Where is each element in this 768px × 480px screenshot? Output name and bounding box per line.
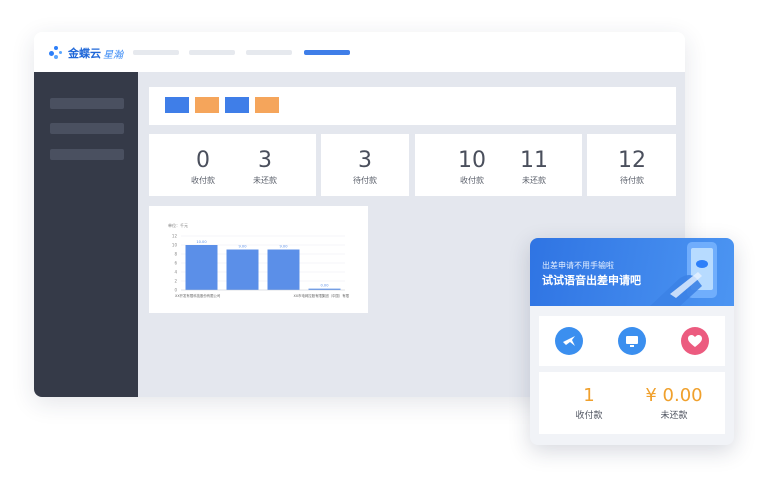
sidebar (34, 72, 138, 397)
quick-actions-card (539, 316, 725, 366)
top-navigation-bar: 金蝶云 星瀚 (34, 32, 685, 72)
app-logo[interactable]: 金蝶云 星瀚 (48, 44, 123, 62)
chart-y-tick-label: 12 (172, 234, 178, 239)
bar-chart: 单位：千元 0 2 4 6 8 10 12 10.00 9.00 9.00 0.00 XX开发有限… (168, 222, 350, 298)
chart-y-tick-label: 0 (174, 288, 177, 293)
stat-value: 10 (458, 148, 486, 173)
chart-y-axis-label: 单位：千元 (168, 222, 188, 228)
chart-bar[interactable] (267, 249, 300, 291)
stat-card-group-1: 0 收付款 3 未还款 (149, 134, 316, 196)
stat-label: 待付款 (353, 176, 377, 185)
chart-y-tick-label: 8 (174, 252, 177, 257)
chart-data-label: 9.00 (238, 245, 247, 249)
toolbar-button-2[interactable] (195, 97, 219, 113)
heart-icon[interactable] (681, 327, 709, 355)
nav-item-1[interactable] (133, 50, 179, 55)
mobile-stat-value: ¥ 0.00 (645, 385, 703, 406)
stat-label: 未还款 (253, 176, 277, 185)
stat-label: 收付款 (460, 176, 484, 185)
phone-hand-illustration-icon (650, 242, 717, 306)
bar-chart-card: 单位：千元 0 2 4 6 8 10 12 10.00 9.00 9.00 0.00 XX开发有限… (149, 206, 368, 313)
stat-label: 收付款 (191, 176, 215, 185)
nav-item-3[interactable] (246, 50, 292, 55)
stat-item[interactable]: 10 收付款 (452, 149, 492, 186)
logo-subtext: 星瀚 (103, 49, 123, 61)
chart-y-tick-label: 2 (174, 279, 177, 284)
chart-data-label: 9.00 (279, 245, 288, 249)
stat-value: 3 (358, 148, 372, 173)
stat-item[interactable]: 0 收付款 (183, 149, 223, 186)
logo-mark-icon (48, 45, 64, 61)
sidebar-item[interactable] (50, 98, 124, 109)
chart-bar[interactable] (185, 245, 218, 290)
chart-y-tick-label: 4 (174, 270, 177, 275)
mobile-stat-value: 1 (583, 385, 595, 406)
chart-x-tick-label: XX市电网控股有限集团（中国）有限 (293, 293, 349, 298)
toolbar-button-4[interactable] (255, 97, 279, 113)
sidebar-item[interactable] (50, 149, 124, 160)
chart-data-label: 10.00 (196, 240, 207, 244)
toolbar-button-3[interactable] (225, 97, 249, 113)
chart-bar[interactable] (226, 249, 259, 291)
stat-value: 11 (520, 148, 548, 173)
stat-value: 0 (196, 148, 210, 173)
nav-item-2[interactable] (189, 50, 235, 55)
mobile-stat-label: 未还款 (660, 411, 688, 421)
mobile-stats-card: 1 收付款 ¥ 0.00 未还款 (539, 372, 725, 434)
mobile-app-panel: 出差申请不用手输啦 试试语音出差申请吧 1 收付款 ¥ 0.00 未还款 (530, 238, 734, 445)
chart-data-label: 0.00 (320, 284, 329, 288)
stat-item[interactable]: 3 待付款 (345, 149, 385, 186)
mobile-stat-item[interactable]: ¥ 0.00 未还款 (634, 385, 714, 421)
monitor-icon[interactable] (618, 327, 646, 355)
voice-travel-banner[interactable]: 出差申请不用手输啦 试试语音出差申请吧 (530, 238, 734, 306)
chart-x-tick-label: XX开发有限科技股份有限公司 (175, 293, 220, 298)
toolbar-button-1[interactable] (165, 97, 189, 113)
stat-card-group-4: 12 待付款 (587, 134, 676, 196)
mobile-stat-item[interactable]: 1 收付款 (559, 385, 619, 421)
stat-label: 待付款 (620, 176, 644, 185)
stat-label: 未还款 (522, 176, 546, 185)
chart-y-tick-label: 6 (174, 261, 177, 266)
chart-y-tick-label: 10 (172, 243, 178, 248)
plane-icon[interactable] (555, 327, 583, 355)
stat-item[interactable]: 12 待付款 (612, 149, 652, 186)
mobile-stat-label: 收付款 (575, 411, 603, 421)
stat-card-group-3: 10 收付款 11 未还款 (415, 134, 582, 196)
stat-card-group-2: 3 待付款 (321, 134, 409, 196)
stat-value: 12 (618, 148, 646, 173)
sidebar-item[interactable] (50, 123, 124, 134)
stat-item[interactable]: 11 未还款 (514, 149, 554, 186)
logo-text: 金蝶云 (68, 47, 101, 60)
stat-item[interactable]: 3 未还款 (245, 149, 285, 186)
toolbar-card (149, 87, 676, 125)
nav-item-4-active[interactable] (304, 50, 350, 55)
stat-value: 3 (258, 148, 272, 173)
